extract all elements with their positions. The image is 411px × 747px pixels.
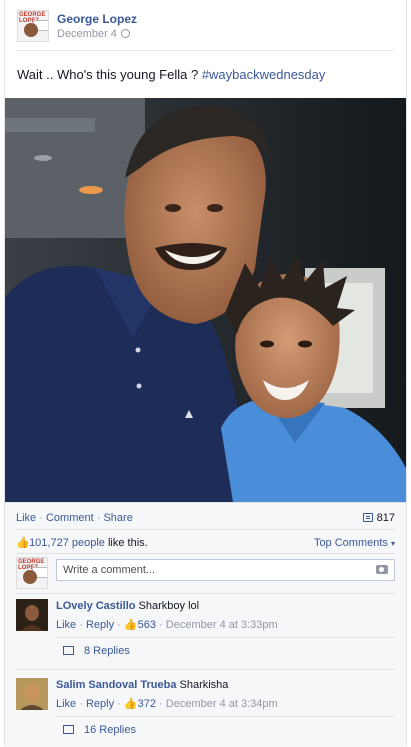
post-date-text[interactable]: December 4 [57, 28, 117, 40]
viewer-avatar: GEORGE LOPEZ [16, 557, 48, 589]
comment-text: Sharkboy lol [138, 600, 200, 612]
likers-link[interactable]: 101,727 people [29, 537, 105, 549]
comment-body: Salim Sandoval Trueba Sharkisha [56, 679, 228, 691]
view-replies[interactable]: 16 Replies [56, 719, 395, 743]
globe-icon [120, 29, 130, 38]
commenter-avatar[interactable] [16, 678, 48, 710]
thumbs-up-icon: 👍 [123, 619, 138, 631]
divider [16, 553, 395, 554]
comment-reply-link[interactable]: Reply [86, 698, 114, 710]
reply-arrow-icon [63, 725, 74, 734]
post-date[interactable]: December 4 [57, 28, 130, 40]
divider [56, 716, 395, 717]
dot-sep: · [39, 512, 43, 524]
sort-label[interactable]: Top Comments [314, 537, 388, 549]
hashtag-link[interactable]: #waybackwednesday [202, 67, 326, 82]
dot-sep: · [159, 698, 163, 710]
replies-count[interactable]: 8 Replies [84, 645, 130, 657]
share-link[interactable]: Share [103, 512, 132, 524]
commenter-avatar[interactable] [16, 599, 48, 631]
comment-like-link[interactable]: Like [56, 698, 76, 710]
chevron-down-icon: ▾ [390, 539, 395, 548]
action-row: Like · Comment · Share [16, 512, 133, 524]
feedback-panel: Like · Comment · Share 817 👍 101,727 peo… [5, 502, 406, 747]
comment-count-value[interactable]: 817 [377, 512, 395, 524]
likes-row: 👍 101,727 people like this. [16, 537, 148, 549]
comment-reply-link[interactable]: Reply [86, 619, 114, 631]
camera-icon[interactable] [376, 565, 388, 574]
like-link[interactable]: Like [16, 512, 36, 524]
sort-dropdown[interactable]: Top Comments ▾ [314, 537, 395, 549]
photo-image [5, 98, 406, 502]
comment-time[interactable]: December 4 at 3:34pm [166, 698, 278, 710]
commenter-name[interactable]: Salim Sandoval Trueba [56, 679, 176, 691]
thumbs-up-icon: 👍 [16, 537, 30, 549]
comment-link[interactable]: Comment [46, 512, 94, 524]
dot-sep: · [79, 698, 83, 710]
divider [56, 637, 395, 638]
comment-bubble-icon [362, 513, 373, 522]
comment-like-count[interactable]: 372 [138, 698, 156, 710]
dot-sep: · [96, 512, 101, 524]
commenter-photo [16, 599, 48, 631]
divider [16, 669, 395, 670]
view-replies[interactable]: 8 Replies [56, 640, 395, 664]
divider [16, 593, 395, 594]
dot-sep: · [117, 698, 121, 710]
post-card: GEORGE LOPEZ George Lopez December 4 Wai… [4, 0, 407, 747]
commenter-name[interactable]: LOvely Castillo [56, 600, 135, 612]
dot-sep: · [117, 619, 121, 631]
dot-sep: · [159, 619, 163, 631]
avatar-face [23, 570, 37, 584]
author-name[interactable]: George Lopez [57, 12, 137, 26]
dot-sep: · [79, 619, 83, 631]
post-photo[interactable] [5, 98, 406, 502]
header-divider [17, 50, 394, 51]
divider [16, 529, 395, 530]
comment-like-count[interactable]: 563 [138, 619, 156, 631]
commenter-photo [16, 678, 48, 710]
comment-input[interactable]: Write a comment... [56, 559, 395, 581]
comment-like-link[interactable]: Like [56, 619, 76, 631]
thumbs-up-icon: 👍 [123, 698, 138, 710]
replies-count[interactable]: 16 Replies [84, 724, 136, 736]
avatar-face [24, 23, 38, 37]
comment-input-placeholder: Write a comment... [63, 564, 156, 576]
comment-meta: Like · Reply · 👍372 · December 4 at 3:34… [56, 697, 278, 710]
comment-time[interactable]: December 4 at 3:33pm [166, 619, 278, 631]
comment-meta: Like · Reply · 👍563 · December 4 at 3:33… [56, 618, 278, 631]
comment-count[interactable]: 817 [362, 512, 395, 524]
likes-suffix: like this. [107, 537, 148, 549]
post-message: Wait .. Who's this young Fella ? #waybac… [17, 67, 325, 82]
reply-arrow-icon [63, 646, 74, 655]
post-text: Wait .. Who's this young Fella ? [17, 67, 199, 82]
comment-body: LOvely Castillo Sharkboy lol [56, 600, 199, 612]
comment-text: Sharkisha [179, 679, 229, 691]
author-avatar[interactable]: GEORGE LOPEZ [17, 10, 49, 42]
